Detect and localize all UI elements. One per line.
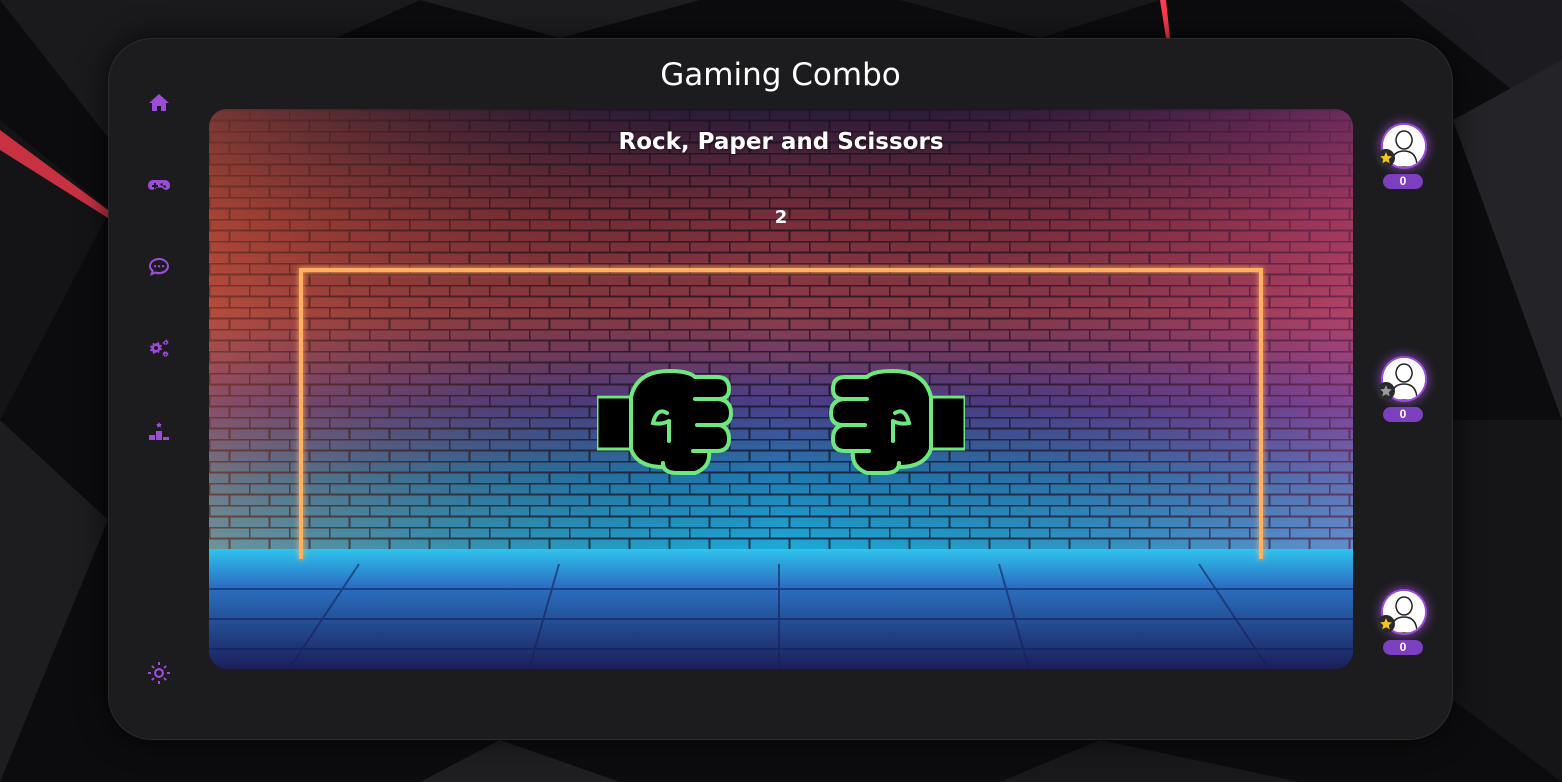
player-score: 0 (1383, 407, 1423, 422)
grey-star-icon (1377, 382, 1395, 400)
settings-gears-icon (149, 339, 169, 357)
right-rock-fist-icon (829, 369, 965, 475)
game-stage: Rock, Paper and Scissors 2 (209, 109, 1353, 669)
app-title: Gaming Combo (660, 57, 901, 93)
player-card[interactable]: 0 (1377, 591, 1429, 657)
leaderboard-icon (149, 422, 169, 440)
player-card[interactable]: 0 (1377, 358, 1429, 424)
theme-sun-icon (148, 662, 170, 684)
theme-toggle-button[interactable] (145, 659, 173, 687)
player-score: 0 (1383, 640, 1423, 655)
gold-star-icon (1377, 615, 1395, 633)
countdown-number: 2 (774, 207, 788, 228)
game-title: Rock, Paper and Scissors (618, 129, 944, 155)
sidebar-item-settings[interactable] (145, 335, 173, 363)
sidebar-item-home[interactable] (145, 89, 173, 117)
player-score: 0 (1383, 174, 1423, 189)
gamepad-icon (148, 180, 170, 190)
main-panel: Gaming Combo Rock, Paper and Scissors 2 … (108, 38, 1453, 740)
left-rock-fist-icon (597, 369, 733, 475)
neon-brick-wall-image (209, 109, 1353, 669)
player-card[interactable]: 0 (1377, 125, 1429, 191)
home-icon (149, 94, 169, 111)
gold-star-icon (1377, 149, 1395, 167)
sidebar-item-chat[interactable] (145, 253, 173, 281)
chat-icon (149, 258, 169, 276)
sidebar-item-leaderboard[interactable] (145, 417, 173, 445)
sidebar-item-games[interactable] (145, 171, 173, 199)
